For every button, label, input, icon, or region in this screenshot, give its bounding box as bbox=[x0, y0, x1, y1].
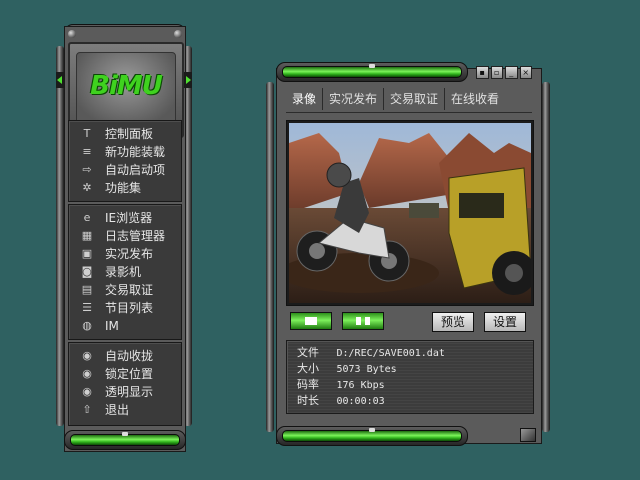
menu-item-live-broadcast[interactable]: ▣ 实况发布 bbox=[69, 245, 181, 263]
right-frame-pipe bbox=[542, 82, 550, 432]
broadcast-icon: ▣ bbox=[81, 247, 93, 260]
lock-icon[interactable]: ▪ bbox=[476, 66, 489, 79]
menu-item-exit[interactable]: ⇧ 退出 bbox=[69, 401, 181, 419]
menu-item-label: 录影机 bbox=[105, 265, 142, 279]
size-label: 大小 bbox=[297, 362, 319, 375]
settings-button[interactable]: 设置 bbox=[484, 312, 526, 332]
radio-icon: ◉ bbox=[82, 385, 92, 398]
im-icon: ◍ bbox=[82, 319, 92, 332]
minimize-icon[interactable]: _ bbox=[505, 66, 518, 79]
duration-value: 00:00:03 bbox=[336, 396, 385, 407]
menu-item-label: IE浏览器 bbox=[105, 211, 153, 225]
menu-item-transparent[interactable]: ◉ 透明显示 bbox=[69, 383, 181, 401]
tab-online-watch[interactable]: 在线收看 bbox=[445, 88, 505, 110]
file-value: D:/REC/SAVE001.dat bbox=[336, 348, 445, 359]
size-value: 5073 Bytes bbox=[336, 364, 397, 375]
resize-grip-icon[interactable] bbox=[520, 428, 536, 442]
camera-icon: ◙ bbox=[81, 265, 93, 278]
preview-button[interactable]: 预览 bbox=[432, 312, 474, 332]
menu-item-label: 控制面板 bbox=[105, 127, 154, 141]
menu-item-label: 日志管理器 bbox=[105, 229, 166, 243]
gear-icon: ✲ bbox=[82, 181, 92, 194]
menu-group-tools: e IE浏览器 ▦ 日志管理器 ▣ 实况发布 ◙ 录影机 ▤ 交易取证 ☰ 节目… bbox=[68, 204, 182, 340]
menu-item-label: 新功能装载 bbox=[105, 145, 166, 159]
menu-item-ie-browser[interactable]: e IE浏览器 bbox=[69, 209, 181, 227]
logo: BiMU bbox=[90, 71, 163, 101]
bottom-drag-bar[interactable] bbox=[70, 432, 180, 446]
left-frame-pipe bbox=[56, 46, 64, 426]
hammer-icon: T bbox=[83, 127, 91, 140]
menu-item-autostart[interactable]: ⇨ 自动启动项 bbox=[69, 161, 181, 179]
tab-bar: 录像 实况发布 交易取证 在线收看 bbox=[286, 88, 505, 110]
menu-item-auto-collapse[interactable]: ◉ 自动收拢 bbox=[69, 347, 181, 365]
tab-trade-evidence[interactable]: 交易取证 bbox=[384, 88, 446, 110]
logo-plate: BiMU bbox=[76, 52, 176, 124]
menu-item-label: 功能集 bbox=[105, 181, 142, 195]
bolt bbox=[68, 30, 76, 38]
recorder-window: ▪ ▫ _ × 录像 实况发布 交易取证 在线收看 预览 设置 文件 D:/RE… bbox=[266, 62, 550, 450]
info-row-file: 文件 D:/REC/SAVE001.dat bbox=[297, 345, 445, 361]
radio-icon: ◉ bbox=[82, 349, 92, 362]
bitrate-label: 码率 bbox=[297, 378, 319, 391]
left-frame-pipe bbox=[266, 82, 274, 432]
ie-icon: e bbox=[83, 211, 91, 224]
menu-item-label: 自动启动项 bbox=[105, 163, 166, 177]
list-icon: ☰ bbox=[82, 301, 92, 314]
menu-item-trade-evidence[interactable]: ▤ 交易取证 bbox=[69, 281, 181, 299]
menu-item-label: 锁定位置 bbox=[105, 367, 154, 381]
grid-icon: ▦ bbox=[81, 229, 93, 242]
bolt bbox=[174, 30, 182, 38]
menu-item-label: IM bbox=[105, 319, 119, 333]
document-icon: ≡ bbox=[82, 145, 92, 158]
tab-record[interactable]: 录像 bbox=[286, 88, 324, 110]
menu-group-options: ◉ 自动收拢 ◉ 锁定位置 ◉ 透明显示 ⇧ 退出 bbox=[68, 342, 182, 426]
exit-arrow-icon: ⇨ bbox=[82, 163, 92, 176]
close-icon[interactable]: × bbox=[519, 66, 532, 79]
menu-item-im[interactable]: ◍ IM bbox=[69, 317, 181, 335]
record-glyph-icon bbox=[305, 317, 317, 325]
menu-item-recorder[interactable]: ◙ 录影机 bbox=[69, 263, 181, 281]
expand-right-arrow-icon[interactable] bbox=[184, 72, 192, 88]
tab-divider bbox=[286, 112, 532, 113]
menu-item-new-feature-load[interactable]: ≡ 新功能装载 bbox=[69, 143, 181, 161]
recording-info-panel: 文件 D:/REC/SAVE001.dat 大小 5073 Bytes 码率 1… bbox=[286, 340, 534, 414]
menu-item-label: 自动收拢 bbox=[105, 349, 154, 363]
info-row-duration: 时长 00:00:03 bbox=[297, 393, 385, 409]
collapse-left-arrow-icon[interactable] bbox=[56, 72, 64, 88]
info-row-size: 大小 5073 Bytes bbox=[297, 361, 397, 377]
certificate-icon: ▤ bbox=[81, 283, 93, 296]
video-preview bbox=[289, 123, 531, 303]
title-drag-bar[interactable] bbox=[282, 64, 462, 78]
menu-item-label: 透明显示 bbox=[105, 385, 154, 399]
menu-item-control-panel[interactable]: T 控制面板 bbox=[69, 125, 181, 143]
bitrate-value: 176 Kbps bbox=[336, 380, 385, 391]
title-controls: ▪ ▫ _ × bbox=[476, 66, 532, 79]
left-panel: BiMU T 控制面板 ≡ 新功能装载 ⇨ 自动启动项 ✲ 功能集 e IE浏览… bbox=[56, 24, 192, 452]
menu-item-log-manager[interactable]: ▦ 日志管理器 bbox=[69, 227, 181, 245]
restore-icon[interactable]: ▫ bbox=[490, 66, 503, 79]
menu-item-lock-position[interactable]: ◉ 锁定位置 bbox=[69, 365, 181, 383]
duration-label: 时长 bbox=[297, 394, 319, 407]
pause-button[interactable] bbox=[342, 312, 384, 330]
video-frame bbox=[286, 120, 534, 306]
file-label: 文件 bbox=[297, 346, 319, 359]
radio-icon: ◉ bbox=[82, 367, 92, 380]
menu-item-program-list[interactable]: ☰ 节目列表 bbox=[69, 299, 181, 317]
menu-item-label: 实况发布 bbox=[105, 247, 154, 261]
menu-item-label: 退出 bbox=[105, 403, 130, 417]
menu-item-label: 交易取证 bbox=[105, 283, 154, 297]
bottom-drag-bar[interactable] bbox=[282, 428, 462, 442]
exit-icon: ⇧ bbox=[82, 403, 92, 416]
pause-bar-icon bbox=[365, 317, 370, 325]
menu-item-feature-set[interactable]: ✲ 功能集 bbox=[69, 179, 181, 197]
menu-item-label: 节目列表 bbox=[105, 301, 154, 315]
pause-bar-icon bbox=[356, 317, 361, 325]
info-row-bitrate: 码率 176 Kbps bbox=[297, 377, 385, 393]
menu-group-main: T 控制面板 ≡ 新功能装载 ⇨ 自动启动项 ✲ 功能集 bbox=[68, 120, 182, 202]
tab-live-broadcast[interactable]: 实况发布 bbox=[323, 88, 385, 110]
record-button[interactable] bbox=[290, 312, 332, 330]
